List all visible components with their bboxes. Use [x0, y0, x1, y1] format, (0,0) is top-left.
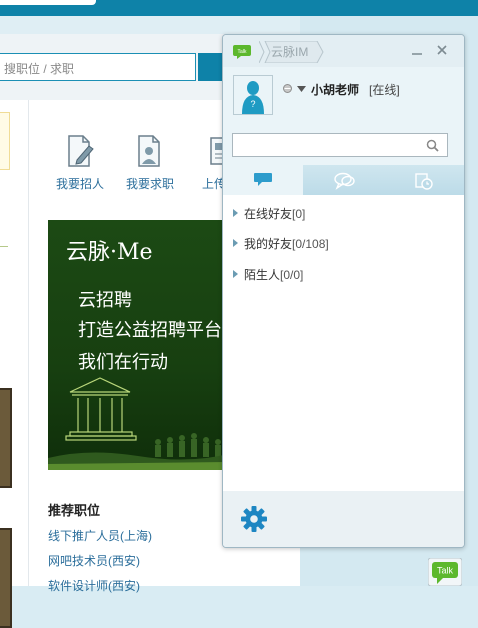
group-count: [0/0]	[280, 268, 304, 282]
im-breadcrumb: 云脉IM	[259, 41, 324, 63]
left-thumbnail[interactable]	[0, 388, 12, 488]
tab-groups[interactable]	[304, 165, 384, 195]
banner-line: 云招聘	[78, 290, 132, 310]
group-chat-icon	[334, 172, 355, 190]
temple-illustration	[48, 377, 228, 470]
left-notice-box	[0, 112, 10, 170]
recommended-job-link[interactable]: 线下推广人员(上海)	[48, 527, 152, 544]
talk-logo-icon: Talk	[233, 45, 251, 59]
group-count: [0]	[292, 207, 306, 221]
header-tab[interactable]	[0, 0, 96, 5]
promo-banner[interactable]: 云脉·Me 云招聘 打造公益招聘平台 我们在行动	[48, 220, 228, 470]
user-document-icon	[138, 135, 160, 167]
job-search-input[interactable]: 搜职位 / 求职	[0, 53, 196, 81]
group-label: 我的好友	[244, 237, 293, 251]
chat-bubble-icon	[254, 173, 272, 186]
column-divider	[28, 100, 29, 586]
banner-line: 打造公益招聘平台	[78, 320, 222, 340]
recent-history-icon	[415, 173, 433, 190]
group-label: 在线好友	[244, 207, 293, 221]
close-icon[interactable]	[436, 44, 448, 56]
im-footer	[223, 491, 464, 547]
avatar[interactable]: ?	[233, 75, 273, 115]
talk-logo-text: Talk	[238, 49, 247, 55]
tab-recent[interactable]	[384, 165, 464, 195]
user-profile: ? 小胡老师 [在线]	[223, 67, 464, 127]
left-thumbnail[interactable]	[0, 528, 12, 628]
tab-conversations[interactable]	[223, 165, 303, 195]
status-text: [在线]	[369, 83, 400, 97]
group-label: 陌生人	[244, 268, 281, 282]
edit-document-icon	[68, 135, 94, 167]
left-divider	[0, 246, 8, 247]
default-avatar-icon: ?	[242, 81, 264, 114]
im-tab-bar	[223, 165, 464, 195]
contact-search-input[interactable]	[232, 133, 448, 157]
gear-icon[interactable]	[240, 505, 268, 533]
expand-arrow-icon	[233, 239, 238, 247]
post-job-link[interactable]: 我要招人	[48, 134, 112, 192]
svg-text:?: ?	[250, 99, 255, 109]
online-status-icon	[283, 84, 292, 93]
expand-arrow-icon	[233, 270, 238, 278]
recommended-job-link[interactable]: 网吧技术员(西安)	[48, 552, 140, 569]
im-chat-window: Talk 云脉IM ? 小胡老师 [在线] 在线好友[0] 我的好友[0/108…	[222, 34, 465, 548]
status-dropdown-icon[interactable]	[297, 86, 306, 92]
group-my-friends[interactable]: 我的好友[0/108]	[233, 235, 329, 253]
expand-arrow-icon	[233, 209, 238, 217]
group-strangers[interactable]: 陌生人[0/0]	[233, 266, 303, 284]
contact-list: 在线好友[0] 我的好友[0/108] 陌生人[0/0]	[223, 195, 464, 491]
im-titlebar[interactable]: Talk 云脉IM	[223, 35, 464, 67]
post-job-label: 我要招人	[55, 177, 104, 191]
talk-launcher-button[interactable]: Talk	[428, 558, 462, 586]
username: 小胡老师	[311, 83, 360, 97]
find-job-link[interactable]: 我要求职	[118, 134, 182, 192]
group-count: [0/108]	[292, 237, 329, 251]
search-icon[interactable]	[426, 139, 439, 152]
group-online-friends[interactable]: 在线好友[0]	[233, 205, 305, 223]
talk-launcher-label: Talk	[437, 566, 454, 576]
banner-title: 云脉·Me	[66, 240, 153, 265]
find-job-label: 我要求职	[125, 177, 174, 191]
minimize-icon[interactable]	[411, 45, 423, 57]
recommended-jobs-title: 推荐职位	[48, 503, 101, 518]
im-breadcrumb-label: 云脉IM	[271, 45, 309, 59]
